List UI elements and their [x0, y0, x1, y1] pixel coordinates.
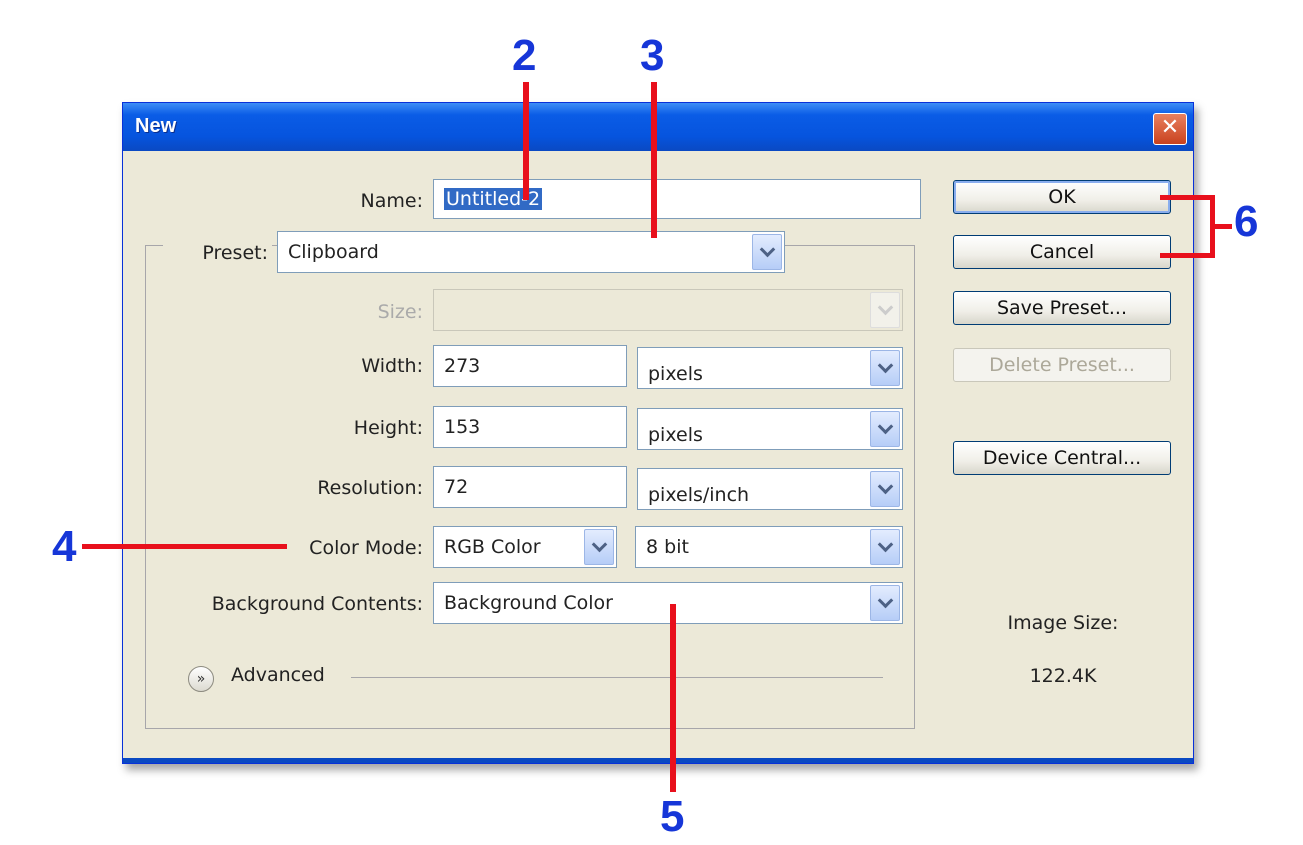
chevron-down-icon: [877, 357, 893, 374]
size-select: [433, 289, 903, 331]
preset-dropdown-arrow[interactable]: [752, 234, 782, 270]
height-unit-select[interactable]: pixels: [637, 408, 903, 450]
callout-line-3: [651, 82, 657, 238]
callout-line-4: [82, 544, 287, 549]
callout-line-5: [670, 604, 676, 792]
width-unit-dropdown-arrow[interactable]: [870, 350, 900, 386]
chevron-down-icon: [591, 536, 607, 553]
close-icon: ✕: [1160, 115, 1180, 140]
height-unit-value: pixels: [648, 424, 703, 446]
ok-button[interactable]: OK: [953, 180, 1171, 214]
bit-depth-value: 8 bit: [646, 536, 689, 558]
name-input[interactable]: Untitled-2: [433, 179, 921, 219]
height-unit-dropdown-arrow[interactable]: [870, 411, 900, 447]
size-label: Size:: [377, 301, 423, 323]
resolution-unit-select[interactable]: pixels/inch: [637, 468, 903, 510]
width-unit-value: pixels: [648, 363, 703, 385]
chevron-down-icon: [877, 478, 893, 495]
callout-bracket-bottom: [1160, 253, 1215, 258]
resolution-value: 72: [444, 476, 469, 498]
chevron-down-icon: [877, 418, 893, 435]
callout-bracket-top: [1160, 195, 1215, 200]
bit-depth-dropdown-arrow[interactable]: [870, 529, 900, 565]
preset-value: Clipboard: [288, 241, 379, 263]
save-preset-button[interactable]: Save Preset...: [953, 291, 1171, 325]
width-input[interactable]: 273: [433, 345, 627, 387]
image-size-label: Image Size:: [1007, 612, 1119, 634]
double-chevron-down-icon: »: [196, 671, 206, 687]
color-mode-value: RGB Color: [444, 536, 541, 558]
advanced-toggle-button[interactable]: »: [188, 666, 214, 692]
dialog-title: New: [135, 115, 177, 137]
chevron-down-icon: [877, 536, 893, 553]
callout-number-6: 6: [1234, 197, 1259, 246]
chevron-down-icon: [759, 241, 775, 258]
resolution-unit-dropdown-arrow[interactable]: [870, 471, 900, 507]
advanced-divider: [351, 677, 883, 678]
background-contents-value: Background Color: [444, 592, 613, 614]
callout-number-5: 5: [660, 792, 685, 841]
background-contents-label: Background Contents:: [211, 593, 423, 615]
callout-number-2: 2: [512, 31, 537, 80]
color-mode-label: Color Mode:: [309, 537, 423, 559]
height-value: 153: [444, 416, 481, 438]
callout-line-2: [523, 82, 529, 200]
callout-number-3: 3: [640, 31, 665, 80]
color-mode-select[interactable]: RGB Color: [433, 526, 617, 568]
background-contents-select[interactable]: Background Color: [433, 582, 903, 624]
cancel-button[interactable]: Cancel: [953, 235, 1171, 269]
delete-preset-button: Delete Preset...: [953, 348, 1171, 382]
close-button[interactable]: ✕: [1153, 113, 1187, 145]
resolution-input[interactable]: 72: [433, 466, 627, 508]
title-bar[interactable]: New ✕: [123, 103, 1193, 151]
advanced-label[interactable]: Advanced: [231, 664, 325, 686]
name-label: Name:: [360, 190, 423, 212]
callout-bracket-tick: [1210, 224, 1232, 229]
new-document-dialog: New ✕ Name: Untitled-2 Preset: Clipboard…: [122, 102, 1194, 764]
width-label: Width:: [361, 355, 423, 377]
device-central-button[interactable]: Device Central...: [953, 441, 1171, 475]
chevron-down-icon: [877, 592, 893, 609]
height-label: Height:: [353, 417, 423, 439]
callout-number-4: 4: [52, 522, 77, 571]
background-contents-dropdown-arrow[interactable]: [870, 585, 900, 621]
height-input[interactable]: 153: [433, 406, 627, 448]
dialog-bottom-border: [123, 758, 1193, 763]
width-value: 273: [444, 355, 481, 377]
bit-depth-select[interactable]: 8 bit: [635, 526, 903, 568]
preset-select[interactable]: Clipboard: [277, 231, 785, 273]
chevron-down-icon: [877, 299, 893, 316]
color-mode-dropdown-arrow[interactable]: [584, 529, 614, 565]
resolution-unit-value: pixels/inch: [648, 484, 750, 506]
size-dropdown-arrow: [870, 292, 900, 328]
resolution-label: Resolution:: [317, 477, 423, 499]
image-size-value: 122.4K: [1029, 665, 1097, 687]
preset-label: Preset:: [163, 242, 272, 264]
width-unit-select[interactable]: pixels: [637, 347, 903, 389]
